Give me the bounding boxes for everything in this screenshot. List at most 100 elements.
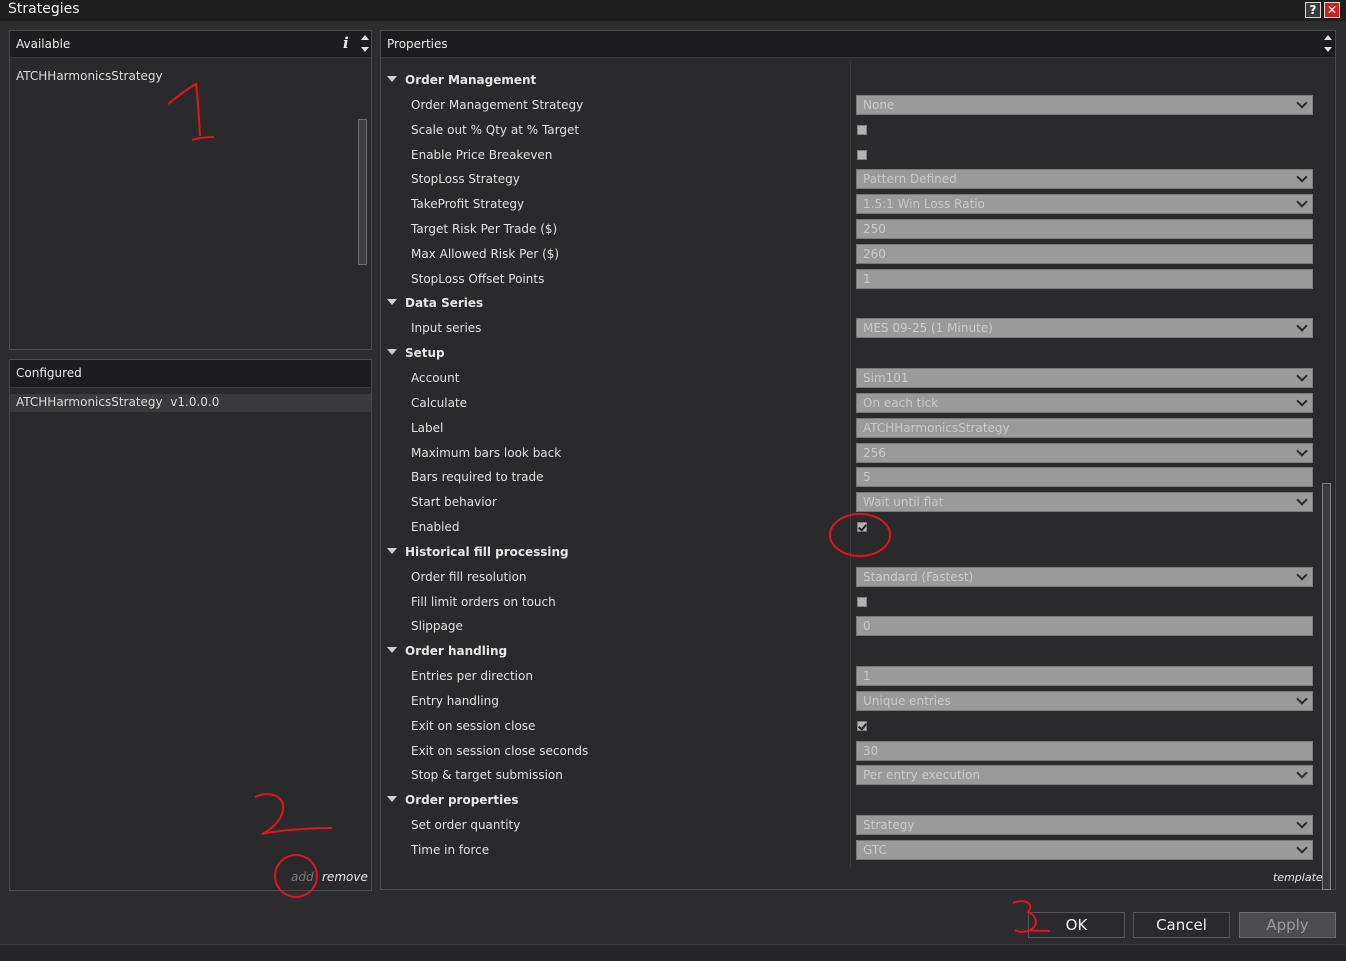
property-dropdown[interactable]: MES 09-25 (1 Minute) — [856, 318, 1313, 339]
property-label: Calculate — [411, 396, 468, 410]
property-dropdown[interactable]: None — [856, 95, 1313, 115]
property-dropdown[interactable]: GTC — [856, 840, 1313, 860]
properties-scrollbar-thumb[interactable] — [1322, 483, 1331, 890]
available-item[interactable]: ATCHHarmonicsStrategy — [16, 69, 163, 83]
property-label: Entry handling — [411, 694, 499, 708]
property-label: Exit on session close seconds — [411, 743, 589, 758]
property-label: Time in force — [411, 843, 490, 857]
info-icon[interactable]: i — [343, 34, 349, 52]
property-label: Target Risk Per Trade ($) — [411, 222, 558, 236]
close-icon[interactable]: ✕ — [1324, 2, 1340, 18]
apply-button[interactable]: Apply — [1239, 912, 1336, 938]
property-dropdown[interactable]: Strategy — [856, 815, 1313, 836]
property-dropdown[interactable]: 256 — [856, 442, 1313, 463]
expand-triangle-icon[interactable] — [387, 647, 397, 654]
property-dropdown[interactable]: Unique entries — [856, 691, 1313, 711]
checkmark-icon — [858, 522, 867, 532]
property-input[interactable]: 260 — [856, 243, 1313, 264]
property-dropdown[interactable]: Per entry execution — [856, 765, 1313, 786]
property-checkbox[interactable] — [857, 522, 867, 532]
property-dropdown[interactable]: 1.5:1 Win Loss Ratio — [856, 194, 1313, 215]
category-setup[interactable]: Setup — [387, 346, 445, 360]
property-checkbox[interactable] — [857, 720, 867, 731]
property-dropdown[interactable]: Standard (Fastest) — [856, 566, 1313, 587]
category-order-handling[interactable]: Order handling — [387, 644, 507, 658]
properties-title: Properties — [387, 37, 448, 51]
cancel-button[interactable]: Cancel — [1133, 912, 1230, 938]
property-value: None — [863, 98, 895, 112]
title-bar: Strategies ? ✕ — [0, 0, 1346, 21]
remove-link[interactable]: remove — [322, 870, 368, 884]
configured-panel: Configured ATCHHarmonicsStrategy v1.0.0.… — [9, 359, 372, 891]
property-value: Per entry execution — [863, 768, 980, 783]
configured-list-item[interactable]: ATCHHarmonicsStrategy v1.0.0.0 — [10, 394, 371, 412]
property-value: 1 — [863, 669, 871, 684]
available-scrollbar[interactable] — [358, 119, 367, 265]
property-value: Sim101 — [863, 371, 909, 386]
property-dropdown[interactable]: Pattern Defined — [856, 169, 1313, 190]
property-checkbox[interactable] — [857, 124, 867, 135]
property-label: Slippage — [411, 619, 463, 634]
configured-title: Configured — [16, 366, 82, 380]
property-label: Start behavior — [411, 495, 497, 510]
template-link[interactable]: template — [1273, 871, 1323, 884]
property-value: 1.5:1 Win Loss Ratio — [863, 197, 985, 212]
add-link[interactable]: add — [291, 870, 314, 884]
properties-scroll-buttons[interactable] — [1323, 31, 1333, 57]
property-input[interactable]: 30 — [856, 740, 1313, 761]
property-input[interactable]: ATCHHarmonicsStrategy — [856, 417, 1313, 438]
category-label: Order properties — [405, 793, 519, 808]
property-input[interactable]: 250 — [856, 219, 1313, 239]
category-label: Order handling — [405, 644, 508, 659]
expand-triangle-icon[interactable] — [387, 76, 397, 82]
chevron-down-icon — [1296, 817, 1308, 829]
property-label: Scale out % Qty at % Target — [411, 122, 580, 137]
window-title: Strategies — [8, 1, 80, 17]
property-label: Bars required to trade — [411, 470, 544, 485]
property-value: 256 — [863, 445, 886, 460]
property-label: TakeProfit Strategy — [411, 197, 525, 212]
available-scroll-buttons[interactable] — [360, 31, 370, 57]
property-dropdown[interactable]: Sim101 — [856, 368, 1313, 389]
available-title: Available — [16, 37, 71, 51]
category-order-management[interactable]: Order Management — [387, 73, 536, 87]
configured-item-label: ATCHHarmonicsStrategy v1.0.0.0 — [16, 395, 220, 409]
property-checkbox[interactable] — [857, 596, 867, 607]
chevron-down-icon — [1296, 395, 1308, 407]
property-checkbox[interactable] — [857, 149, 867, 160]
category-order-properties[interactable]: Order properties — [387, 793, 518, 807]
property-dropdown[interactable]: On each tick — [856, 393, 1313, 413]
property-value: MES 09-25 (1 Minute) — [863, 321, 993, 336]
property-label: Exit on session close — [411, 718, 536, 733]
chevron-down-icon — [1296, 444, 1308, 457]
property-input[interactable]: 1 — [856, 268, 1313, 289]
checkmark-icon — [858, 721, 867, 731]
expand-triangle-icon[interactable] — [387, 796, 397, 803]
expand-triangle-icon[interactable] — [387, 299, 397, 306]
chevron-down-icon — [1296, 842, 1308, 854]
property-value: Unique entries — [863, 694, 951, 708]
property-label: Order Management Strategy — [411, 98, 584, 112]
property-value: On each tick — [863, 396, 939, 410]
property-input[interactable]: 5 — [856, 467, 1313, 488]
category-historical-fill-processing[interactable]: Historical fill processing — [387, 545, 569, 559]
expand-triangle-icon[interactable] — [387, 547, 397, 554]
status-strip — [0, 944, 1346, 961]
property-input[interactable]: 0 — [856, 616, 1313, 637]
property-dropdown[interactable]: Wait until flat — [856, 492, 1313, 513]
expand-triangle-icon[interactable] — [387, 349, 397, 356]
ok-button[interactable]: OK — [1028, 912, 1125, 938]
property-input[interactable]: 1 — [856, 666, 1313, 687]
property-label: StopLoss Strategy — [411, 172, 520, 187]
property-label: Stop & target submission — [411, 768, 563, 783]
property-value: Wait until flat — [863, 495, 944, 510]
category-data-series[interactable]: Data Series — [387, 296, 483, 310]
property-label: Max Allowed Risk Per ($) — [411, 246, 560, 261]
property-label: Set order quantity — [411, 818, 521, 833]
category-label: Setup — [405, 346, 445, 361]
chevron-down-icon — [1296, 569, 1308, 581]
property-label: Enabled — [411, 520, 460, 534]
chevron-down-icon — [1296, 693, 1308, 705]
help-icon[interactable]: ? — [1305, 2, 1321, 18]
available-header: Available i — [10, 31, 371, 58]
